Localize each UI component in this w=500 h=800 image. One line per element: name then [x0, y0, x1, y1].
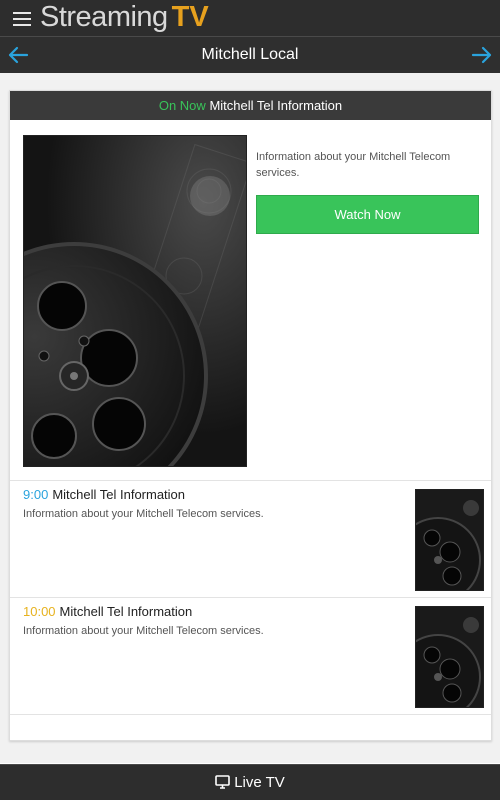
divider — [10, 714, 491, 715]
film-reel-icon — [24, 136, 246, 466]
menu-icon[interactable] — [13, 12, 31, 26]
schedule-row[interactable]: 9:00 Mitchell Tel Information Information… — [10, 481, 491, 598]
brand-tv: TV — [171, 1, 209, 33]
tv-icon — [215, 774, 231, 789]
on-now-label: On Now — [158, 98, 206, 113]
brand-name: Streaming — [40, 1, 168, 33]
schedule-title: 10:00 Mitchell Tel Information — [23, 604, 192, 619]
schedule-description: Information about your Mitchell Telecom … — [23, 508, 264, 520]
top-app-bar: Streaming TV — [0, 0, 500, 37]
live-tv-label: Live TV — [234, 774, 285, 791]
brand-logo: Streaming TV — [40, 1, 209, 35]
now-playing-description: Information about your Mitchell Telecom … — [256, 151, 451, 179]
schedule-time: 9:00 — [23, 487, 49, 502]
arrow-right-icon[interactable] — [470, 43, 494, 67]
film-reel-icon — [416, 490, 483, 590]
schedule-time: 10:00 — [23, 604, 56, 619]
schedule-row[interactable]: 10:00 Mitchell Tel Information Informatio… — [10, 598, 491, 715]
schedule-thumbnail — [415, 606, 484, 708]
channel-title: Mitchell Local — [201, 46, 299, 63]
main-content: On Now Mitchell Tel Information Informat… — [0, 73, 500, 763]
schedule-title: 9:00 Mitchell Tel Information — [23, 487, 185, 502]
schedule-program-name: Mitchell Tel Information — [52, 487, 186, 502]
live-tv-button[interactable]: Live TV — [0, 764, 500, 800]
watch-now-button[interactable]: Watch Now — [256, 195, 479, 234]
program-poster — [23, 135, 247, 467]
film-reel-icon — [416, 607, 483, 707]
channel-card: On Now Mitchell Tel Information Informat… — [9, 90, 492, 741]
channel-nav: Mitchell Local — [0, 37, 500, 73]
schedule-description: Information about your Mitchell Telecom … — [23, 625, 264, 637]
now-playing-title: Mitchell Tel Information — [209, 98, 343, 113]
now-playing-header: On Now Mitchell Tel Information — [10, 91, 491, 120]
schedule-thumbnail — [415, 489, 484, 591]
schedule-program-name: Mitchell Tel Information — [59, 604, 193, 619]
